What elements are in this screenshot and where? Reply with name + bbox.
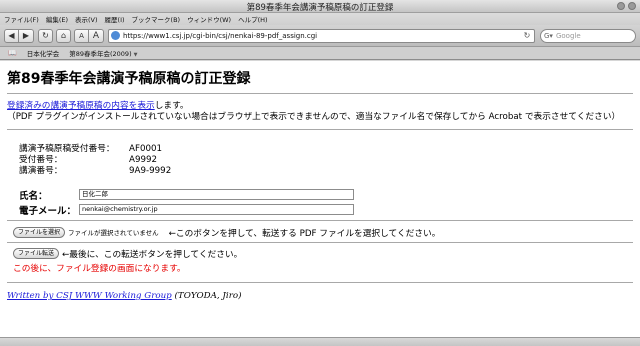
intro: 登録済みの講演予稿原稿の内容を表示します。 （PDF プラグインがインストールさ…: [7, 101, 633, 123]
window-title: 第89春季年会講演予稿原稿の訂正登録: [246, 3, 394, 13]
info-row: 受付番号： A9992: [19, 155, 633, 166]
info-row: 講演番号： 9A9-9992: [19, 166, 633, 177]
page-title: 第89春季年会講演予稿原稿の訂正登録: [7, 71, 251, 87]
intro-note: （PDF プラグインがインストールされていない場合はブラウザ上で表示できませんの…: [7, 112, 621, 122]
menu-history[interactable]: 履歴(I): [105, 14, 125, 24]
info-label: 講演番号：: [19, 166, 63, 176]
send-row: ファイル転送 ←最後に、この転送ボタンを押してください。: [13, 246, 633, 260]
font-size-buttons: A A: [74, 28, 104, 43]
name-field[interactable]: 日化二郎: [79, 189, 354, 200]
font-smaller-button[interactable]: A: [74, 28, 89, 43]
url-reload-icon[interactable]: ↻: [523, 31, 531, 40]
divider: [7, 242, 633, 243]
menu-window[interactable]: ウィンドウ(W): [187, 14, 231, 24]
lock-icon: [617, 2, 625, 10]
menu-bookmarks[interactable]: ブックマーク(B): [132, 14, 181, 24]
reload-button[interactable]: ↻: [38, 28, 53, 43]
toolbar: ◀ ▶ ↻ ⌂ A A https://www1.csj.jp/cgi-bin/…: [0, 25, 640, 47]
email-label: 電子メール：: [19, 205, 77, 217]
footer: Written by CSJ WWW Working Group (TOYODA…: [7, 291, 633, 301]
menu-file[interactable]: ファイル(F): [4, 14, 39, 24]
view-registered-link[interactable]: 登録済みの講演予稿原稿の内容を表示: [7, 101, 155, 111]
send-hint: ←最後に、この転送ボタンを押してください。: [62, 249, 243, 260]
zoom-button[interactable]: [628, 2, 636, 10]
info-value: 9A9-9992: [129, 166, 172, 176]
file-hint: ←このボタンを押して、転送する PDF ファイルを選択してください。: [168, 228, 441, 239]
file-select-row: ファイルを選択 ファイルが選択されていません ←このボタンを押して、転送する P…: [13, 225, 633, 239]
font-larger-button[interactable]: A: [89, 28, 104, 43]
bookmarks-book-icon[interactable]: 📖: [8, 49, 17, 57]
search-box[interactable]: G▾ Google: [540, 28, 636, 43]
info-value: A9992: [129, 155, 158, 165]
window-controls: [617, 2, 636, 10]
info-value: AF0001: [129, 144, 163, 154]
menu-bar: ファイル(F) 編集(E) 表示(V) 履歴(I) ブックマーク(B) ウィンド…: [0, 13, 640, 25]
page-content: 第89春季年会講演予稿原稿の訂正登録 登録済みの講演予稿原稿の内容を表示します。…: [0, 61, 640, 337]
info-label: 講演予稿原稿受付番号：: [19, 144, 115, 154]
email-field[interactable]: nenkai@chemistry.or.jp: [79, 204, 354, 215]
menu-help[interactable]: ヘルプ(H): [238, 14, 267, 24]
name-label: 氏名：: [19, 190, 48, 202]
info-row: 講演予稿原稿受付番号： AF0001: [19, 144, 633, 155]
divider: [7, 220, 633, 221]
intro-suffix: します。: [154, 101, 189, 111]
divider: [7, 93, 633, 94]
choose-file-button[interactable]: ファイルを選択: [13, 226, 66, 238]
send-file-button[interactable]: ファイル転送: [13, 247, 60, 259]
search-engine-icon[interactable]: G▾: [544, 32, 553, 40]
search-placeholder[interactable]: Google: [556, 32, 581, 40]
divider: [7, 129, 633, 130]
status-bar: [0, 337, 640, 346]
site-globe-icon: [111, 31, 120, 40]
footer-author: (TOYODA, Jiro): [171, 291, 242, 301]
forward-button[interactable]: ▶: [19, 28, 34, 43]
chevron-down-icon[interactable]: ▼: [134, 52, 138, 58]
registration-info: 講演予稿原稿受付番号： AF0001 受付番号： A9992 講演番号： 9A9…: [19, 144, 633, 177]
file-status: ファイルが選択されていません: [68, 229, 159, 237]
email-row: 電子メール： nenkai@chemistry.or.jp: [19, 202, 633, 217]
name-row: 氏名： 日化二郎: [19, 187, 633, 202]
working-group-link[interactable]: Written by CSJ WWW Working Group: [7, 291, 172, 301]
nav-buttons: ◀ ▶: [4, 28, 34, 43]
url-text[interactable]: https://www1.csj.jp/cgi-bin/csj/nenkai-8…: [123, 32, 317, 40]
bookmark-nenkai[interactable]: 第89春季年会(2009) ▼: [69, 48, 137, 58]
bookmark-nenkai-label[interactable]: 第89春季年会(2009): [69, 50, 131, 58]
warning-text: この後に、ファイル登録の画面になります。: [13, 264, 186, 274]
title-bar: 第89春季年会講演予稿原稿の訂正登録: [0, 0, 640, 13]
bookmark-csj[interactable]: 日本化学会: [27, 48, 60, 58]
back-button[interactable]: ◀: [4, 28, 19, 43]
menu-edit[interactable]: 編集(E): [46, 14, 68, 24]
divider: [7, 282, 633, 283]
browser-window: 第89春季年会講演予稿原稿の訂正登録 ファイル(F) 編集(E) 表示(V) 履…: [0, 0, 640, 346]
address-bar[interactable]: https://www1.csj.jp/cgi-bin/csj/nenkai-8…: [108, 28, 535, 43]
home-button[interactable]: ⌂: [56, 28, 71, 43]
bookmarks-bar: 📖 日本化学会 第89春季年会(2009) ▼: [0, 47, 640, 60]
menu-view[interactable]: 表示(V): [75, 14, 98, 24]
info-label: 受付番号：: [19, 155, 63, 165]
